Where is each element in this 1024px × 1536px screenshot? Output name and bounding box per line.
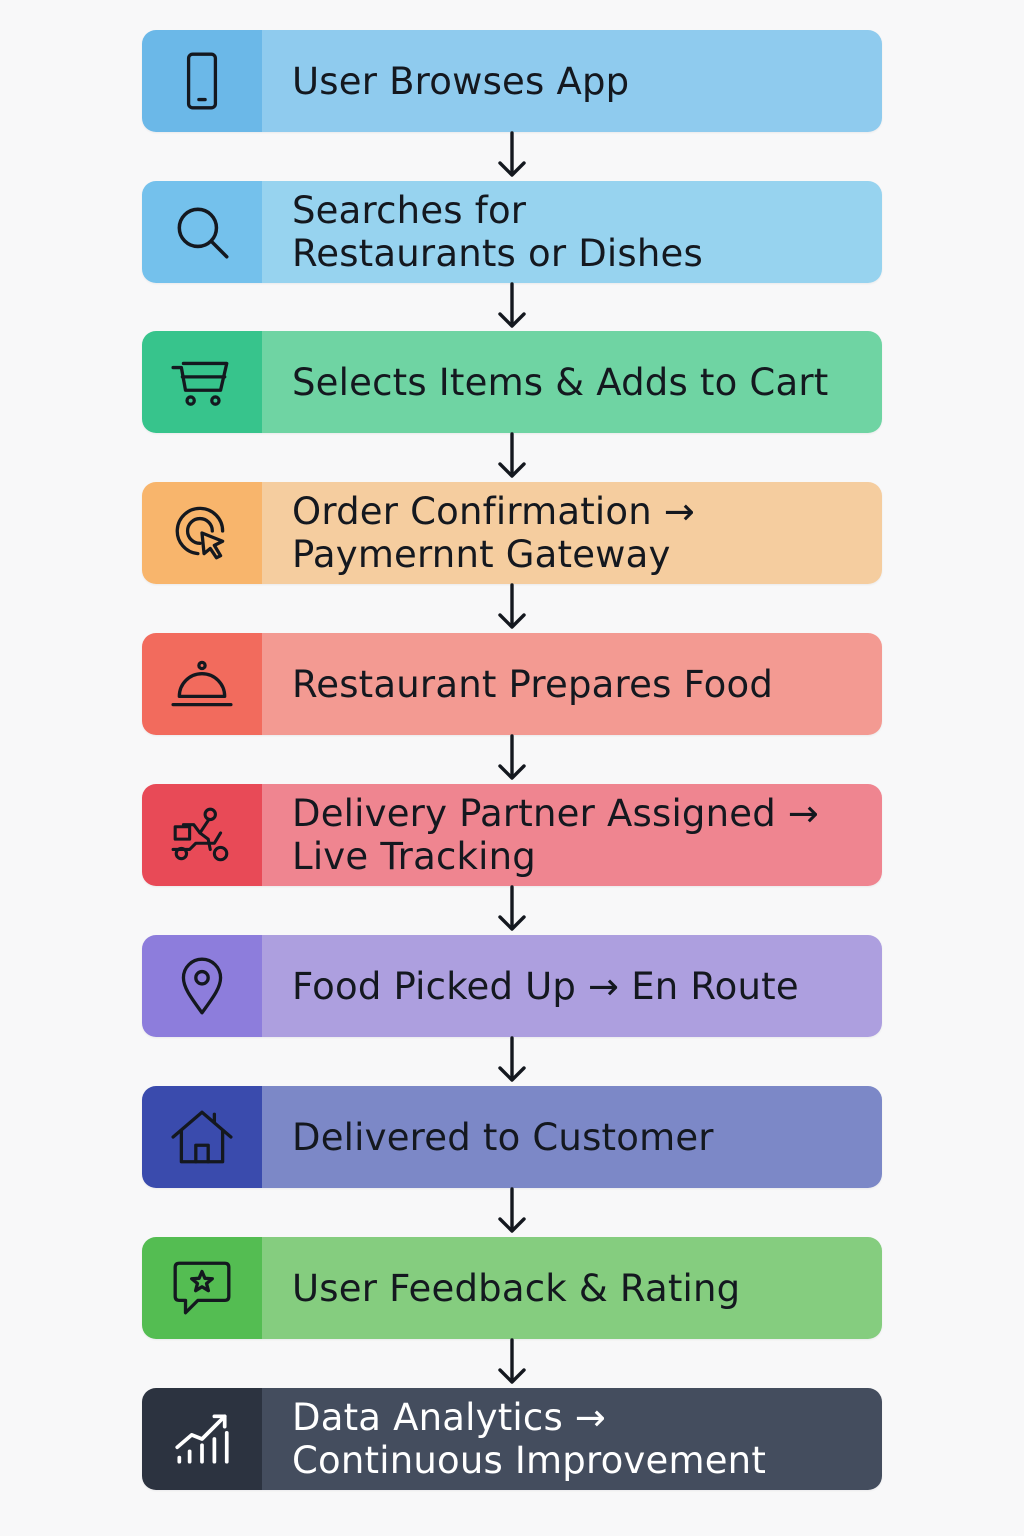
step-label: User Feedback & Rating xyxy=(292,1266,741,1310)
flow-step-selects-items: Selects Items & Adds to Cart xyxy=(142,331,882,433)
flow-arrow xyxy=(494,1036,530,1084)
flow-step-user-feedback: User Feedback & Rating xyxy=(142,1237,882,1339)
flow-arrow xyxy=(494,1187,530,1235)
step-icon-box xyxy=(142,1086,262,1188)
flow-step-user-browses-app: User Browses App xyxy=(142,30,882,132)
step-label: Delivery Partner Assigned → Live Trackin… xyxy=(292,792,820,878)
step-label-box: Data Analytics → Continuous Improvement xyxy=(262,1388,882,1490)
flow-arrow xyxy=(494,131,530,179)
delivery-scooter-icon xyxy=(171,807,229,862)
step-icon-box xyxy=(142,1237,262,1339)
flow-step-food-picked-up: Food Picked Up → En Route xyxy=(142,935,882,1037)
flow-step-searches: Searches for Restaurants or Dishes xyxy=(142,181,882,283)
step-label-box: Delivery Partner Assigned → Live Trackin… xyxy=(262,784,882,886)
step-label: Selects Items & Adds to Cart xyxy=(292,360,829,404)
step-label-box: User Feedback & Rating xyxy=(262,1237,882,1339)
step-icon-box xyxy=(142,633,262,735)
flow-arrow xyxy=(494,885,530,933)
flow-step-delivery-partner: Delivery Partner Assigned → Live Trackin… xyxy=(142,784,882,886)
cart-icon xyxy=(171,361,229,406)
food-cloche-icon xyxy=(171,660,233,707)
step-label: Delivered to Customer xyxy=(292,1115,714,1159)
analytics-chart-icon xyxy=(175,1414,229,1464)
flow-arrow xyxy=(494,734,530,782)
step-label-box: User Browses App xyxy=(262,30,882,132)
step-label: User Browses App xyxy=(292,59,630,103)
step-label: Data Analytics → Continuous Improvement xyxy=(292,1396,767,1482)
step-icon-box xyxy=(142,30,262,132)
location-pin-icon xyxy=(181,957,223,1015)
step-label: Searches for Restaurants or Dishes xyxy=(292,189,703,275)
step-label: Order Confirmation → Paymernnt Gateway xyxy=(292,490,696,576)
flow-step-delivered: Delivered to Customer xyxy=(142,1086,882,1188)
flow-arrow xyxy=(494,432,530,480)
smartphone-icon xyxy=(186,52,218,110)
flow-step-data-analytics: Data Analytics → Continuous Improvement xyxy=(142,1388,882,1490)
step-label-box: Selects Items & Adds to Cart xyxy=(262,331,882,433)
step-icon-box xyxy=(142,181,262,283)
feedback-star-icon xyxy=(173,1261,231,1315)
step-label: Restaurant Prepares Food xyxy=(292,662,774,706)
home-icon xyxy=(171,1110,233,1164)
search-icon xyxy=(177,207,229,259)
flow-arrow xyxy=(494,1338,530,1386)
flow-arrow xyxy=(494,583,530,631)
step-icon-box xyxy=(142,482,262,584)
flow-step-restaurant-prepares: Restaurant Prepares Food xyxy=(142,633,882,735)
payment-tap-icon xyxy=(175,506,225,560)
step-icon-box xyxy=(142,935,262,1037)
step-label-box: Restaurant Prepares Food xyxy=(262,633,882,735)
step-label: Food Picked Up → En Route xyxy=(292,964,799,1008)
step-icon-box xyxy=(142,784,262,886)
step-icon-box xyxy=(142,1388,262,1490)
step-icon-box xyxy=(142,331,262,433)
step-label-box: Delivered to Customer xyxy=(262,1086,882,1188)
flow-arrow xyxy=(494,282,530,330)
flow-step-order-confirmation: Order Confirmation → Paymernnt Gateway xyxy=(142,482,882,584)
step-label-box: Order Confirmation → Paymernnt Gateway xyxy=(262,482,882,584)
step-label-box: Searches for Restaurants or Dishes xyxy=(262,181,882,283)
step-label-box: Food Picked Up → En Route xyxy=(262,935,882,1037)
